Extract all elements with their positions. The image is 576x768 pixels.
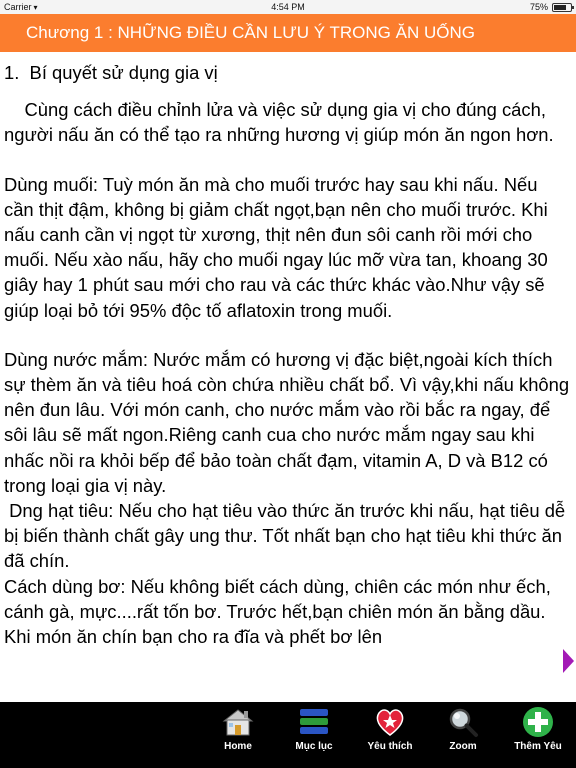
tab-table-of-contents[interactable]: Mục lục [282,702,346,768]
tab-bar: Home Mục lục Yêu thích Zoom Thêm Yêu [0,702,576,768]
plus-icon [523,707,553,737]
battery-percent: 75% [529,2,548,12]
home-icon [222,709,254,736]
paragraph-fish-sauce: Dùng nước mắm: Nước mắm có hương vị đặc … [4,348,570,648]
article-content[interactable]: 1. Bí quyết sử dụng gia vị Cùng cách điề… [4,60,570,700]
tab-home-label: Home [224,741,252,752]
section-heading: 1. Bí quyết sử dụng gia vị [4,62,218,83]
magnifier-icon [449,708,478,737]
tab-add-favorite-label: Thêm Yêu [514,741,562,752]
tab-zoom[interactable]: Zoom [431,702,495,768]
tab-favorites[interactable]: Yêu thích [358,702,422,768]
next-page-arrow-icon[interactable] [563,649,574,673]
tab-add-favorite[interactable]: Thêm Yêu [506,702,570,768]
paragraph-intro: Cùng cách điều chỉnh lửa và việc sử dụng… [4,99,554,146]
tab-toc-label: Mục lục [295,741,333,752]
clock: 4:54 PM [271,2,305,12]
status-bar: Carrier ▾ 4:54 PM 75% [0,0,576,14]
battery-icon [552,3,574,12]
list-icon [300,709,328,734]
page-title: Chương 1 : NHỮNG ĐIỀU CẦN LƯU Ý TRONG ĂN… [0,14,576,52]
tab-home[interactable]: Home [206,702,270,768]
paragraph-salt: Dùng muối: Tuỳ món ăn mà cho muối trước … [4,173,553,321]
heart-star-icon [376,709,404,736]
